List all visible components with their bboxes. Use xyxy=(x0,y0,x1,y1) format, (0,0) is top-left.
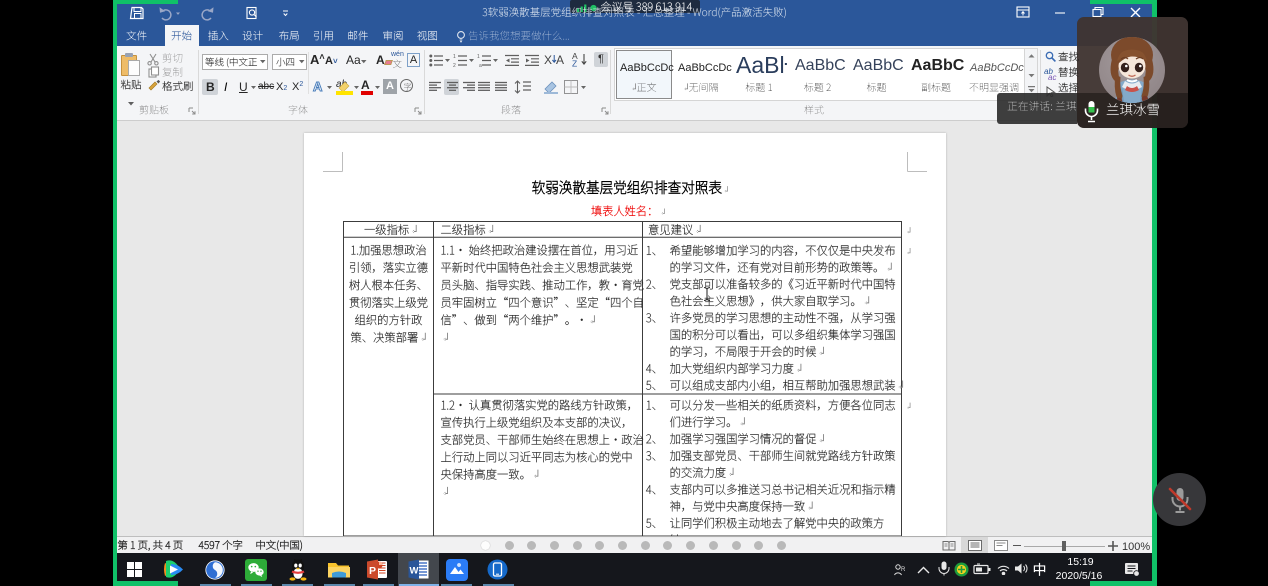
svg-text:A: A xyxy=(556,53,564,67)
svg-text:1: 1 xyxy=(453,54,456,60)
svg-text:R: R xyxy=(901,567,906,573)
svg-text:Z: Z xyxy=(572,59,577,68)
svg-text:1: 1 xyxy=(477,54,480,60)
svg-text:X: X xyxy=(544,53,552,67)
svg-text:P: P xyxy=(369,565,376,577)
svg-text:W: W xyxy=(410,566,419,577)
svg-text:a: a xyxy=(479,63,482,67)
svg-text:2: 2 xyxy=(453,63,456,67)
svg-text:ac: ac xyxy=(1048,73,1056,82)
